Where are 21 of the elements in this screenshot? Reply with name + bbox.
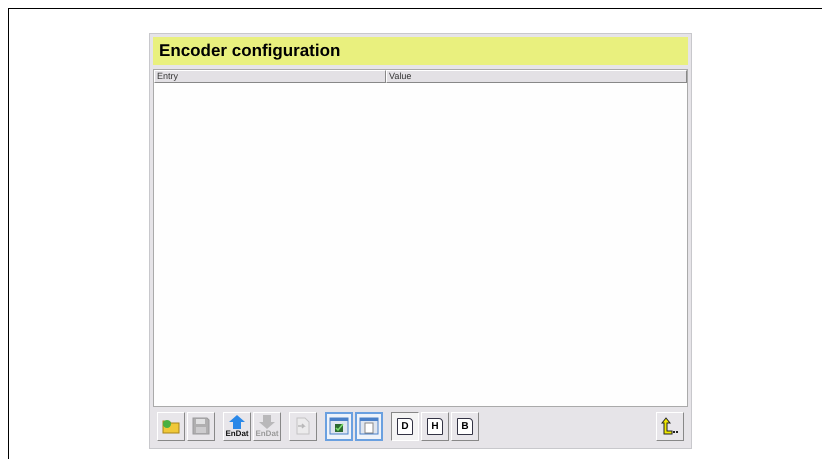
toggle-button[interactable]: H [421,412,449,440]
folder-icon [161,417,181,435]
window-check-icon [329,417,349,435]
check-window-button[interactable] [325,412,353,440]
button-label: EnDat [225,428,249,438]
up-arrow-icon [228,414,246,428]
toggle-button[interactable]: D [391,412,419,440]
window-document-icon [359,417,379,435]
upload-button[interactable]: EnDat [223,412,251,440]
toggle-button[interactable]: B [451,412,479,440]
column-header[interactable]: Entry [154,70,386,83]
back-button[interactable] [656,412,684,440]
doc-window-button[interactable] [355,412,383,440]
window-title: Encoder configuration [153,37,688,65]
save-icon [192,417,210,435]
button-label: EnDat [255,428,279,438]
down-arrow-icon [258,414,276,428]
column-header[interactable]: Value [386,70,687,83]
return-arrow-icon [660,417,680,435]
folder-button[interactable] [157,412,185,440]
document-arrow-icon [295,417,311,435]
